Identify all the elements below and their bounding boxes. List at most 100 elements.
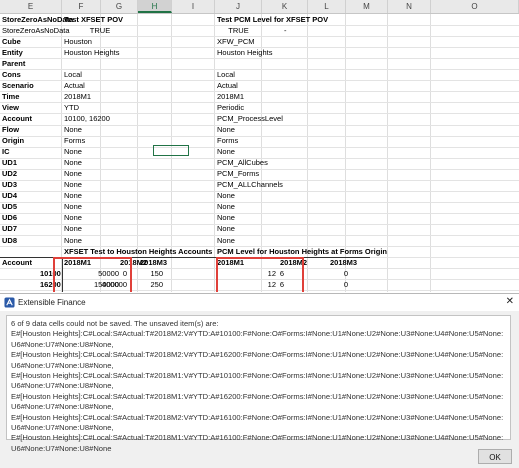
dimension-value-cell[interactable]: None bbox=[64, 202, 82, 212]
pcm-value-cell[interactable]: TRUE bbox=[215, 26, 262, 36]
dimension-label-cell[interactable]: UD2 bbox=[2, 169, 17, 179]
right-header-cell[interactable]: Test PCM Level for XFSET POV bbox=[217, 15, 328, 25]
dimension-value-cell[interactable]: Forms bbox=[64, 136, 85, 146]
pcm-value-cell[interactable]: Periodic bbox=[217, 103, 244, 113]
value-cell[interactable]: 0 bbox=[308, 280, 348, 290]
dimension-label-cell[interactable]: IC bbox=[2, 147, 10, 157]
dialog-message-box[interactable]: 6 of 9 data cells could not be saved. Th… bbox=[6, 315, 511, 453]
dimension-label-cell[interactable]: UD3 bbox=[2, 180, 17, 190]
dimension-label-cell[interactable]: UD6 bbox=[2, 213, 17, 223]
dialog-titlebar: Extensible Finance ✕ bbox=[0, 294, 519, 311]
pcm-value-cell[interactable]: PCM_Forms bbox=[217, 169, 259, 179]
value-cell[interactable]: 0 bbox=[138, 291, 163, 292]
dimension-value-cell[interactable]: None bbox=[64, 191, 82, 201]
dimension-value-cell[interactable]: None bbox=[64, 125, 82, 135]
header-label-cell[interactable]: StoreZeroAsNoData bbox=[2, 15, 73, 25]
column-header-h[interactable]: H bbox=[138, 0, 172, 13]
value-cell[interactable]: 0 bbox=[308, 291, 348, 292]
header-value-cell[interactable]: Test XFSET POV bbox=[64, 15, 123, 25]
dimension-value-cell[interactable]: Houston bbox=[64, 37, 92, 47]
row-gridline bbox=[0, 58, 519, 59]
dimension-label-cell[interactable]: UD5 bbox=[2, 202, 17, 212]
spreadsheet-grid[interactable]: EFGHIJKLMNO StoreZeroAsNoData Test XFSET … bbox=[0, 0, 519, 292]
dimension-label-cell[interactable]: Account bbox=[2, 114, 32, 124]
dimension-label-cell[interactable]: UD8 bbox=[2, 236, 17, 246]
dimension-label-cell[interactable]: Scenario bbox=[2, 81, 34, 91]
highlight-box-left bbox=[53, 257, 132, 292]
pcm-value-cell[interactable]: Local bbox=[217, 70, 235, 80]
pcm-value-cell[interactable]: PCM_AllCubes bbox=[217, 158, 268, 168]
close-icon[interactable]: ✕ bbox=[506, 296, 514, 308]
pcm-value-cell[interactable]: None bbox=[217, 202, 235, 212]
dimension-label-cell[interactable]: UD7 bbox=[2, 224, 17, 234]
period-header-cell[interactable]: 2018M3 bbox=[330, 258, 357, 268]
pcm-value-cell[interactable]: None bbox=[217, 191, 235, 201]
dimension-value-cell[interactable]: None bbox=[64, 158, 82, 168]
dimension-label-cell[interactable]: Entity bbox=[2, 48, 23, 58]
error-dialog: Extensible Finance ✕ 6 of 9 data cells c… bbox=[0, 293, 519, 468]
dimension-value-cell[interactable]: None bbox=[64, 169, 82, 179]
dimension-label-cell[interactable]: Cube bbox=[2, 37, 21, 47]
column-header-l[interactable]: L bbox=[308, 0, 346, 13]
pcm-value-cell[interactable]: None bbox=[217, 224, 235, 234]
pcm-value-cell[interactable]: PCM_ProcessLevel bbox=[217, 114, 283, 124]
dimension-value-cell[interactable]: Local bbox=[64, 70, 82, 80]
pcm-value-cell[interactable]: PCM_ALLChannels bbox=[217, 180, 283, 190]
pcm-value-cell[interactable]: None bbox=[217, 125, 235, 135]
pcm-value-cell[interactable]: Houston Heights bbox=[217, 48, 272, 58]
column-header-i[interactable]: I bbox=[172, 0, 215, 13]
column-header-m[interactable]: M bbox=[346, 0, 388, 13]
pcm-value-cell[interactable]: Actual bbox=[217, 81, 238, 91]
column-header-e[interactable]: E bbox=[0, 0, 62, 13]
selected-cell[interactable] bbox=[153, 145, 189, 156]
pcm-value-cell[interactable]: XFW_PCM bbox=[217, 37, 255, 47]
dimension-label-cell[interactable]: UD4 bbox=[2, 191, 17, 201]
column-header-f[interactable]: F bbox=[62, 0, 101, 13]
column-header-o[interactable]: O bbox=[431, 0, 519, 13]
dimension-label-cell[interactable]: StoreZeroAsNoData bbox=[2, 26, 70, 36]
dimension-label-cell[interactable]: Origin bbox=[2, 136, 24, 146]
dimension-value-cell[interactable]: None bbox=[64, 236, 82, 246]
dimension-label-cell[interactable]: UD1 bbox=[2, 158, 17, 168]
column-gridline bbox=[61, 14, 62, 292]
dimension-value-cell[interactable]: None bbox=[64, 213, 82, 223]
pcm-value-cell[interactable]: None bbox=[217, 147, 235, 157]
dimension-value-cell[interactable]: None bbox=[64, 224, 82, 234]
pcm-value-cell[interactable]: None bbox=[217, 236, 235, 246]
dimension-label-cell[interactable]: Flow bbox=[2, 125, 19, 135]
dimension-value-cell[interactable]: 2018M1 bbox=[64, 92, 91, 102]
ok-button[interactable]: OK bbox=[478, 449, 512, 464]
period-header-cell[interactable]: 2018M3 bbox=[140, 258, 167, 268]
dimension-value-cell[interactable]: None bbox=[64, 180, 82, 190]
value-cell[interactable]: 150 bbox=[138, 269, 163, 279]
pcm-value-cell[interactable]: 2018M1 bbox=[217, 92, 244, 102]
dimension-label-cell[interactable]: Time bbox=[2, 92, 19, 102]
dialog-message: 6 of 9 data cells could not be saved. Th… bbox=[11, 319, 504, 453]
value-cell[interactable]: 250 bbox=[138, 280, 163, 290]
pcm-title-cell[interactable]: PCM Level for Houston Heights at Forms O… bbox=[217, 247, 387, 257]
dimension-label-cell[interactable]: View bbox=[2, 103, 19, 113]
dialog-title: Extensible Finance bbox=[18, 298, 86, 307]
highlight-box-right bbox=[216, 257, 304, 292]
xfset-title-cell[interactable]: XFSET Test to Houston Heights Accounts bbox=[64, 247, 212, 257]
dimension-value-cell[interactable]: 10100, 16200 bbox=[64, 114, 110, 124]
pcm-value-cell[interactable]: Forms bbox=[217, 136, 238, 146]
dimension-label-cell[interactable]: Parent bbox=[2, 59, 25, 69]
column-gridline bbox=[387, 14, 388, 292]
dimension-value-cell[interactable]: None bbox=[64, 147, 82, 157]
value-cell[interactable]: 0 bbox=[308, 269, 348, 279]
dimension-value-cell[interactable]: Houston Heights bbox=[64, 48, 119, 58]
column-header-j[interactable]: J bbox=[215, 0, 262, 13]
dimension-label-cell[interactable]: Cons bbox=[2, 70, 21, 80]
column-gridline bbox=[214, 14, 215, 292]
column-header-n[interactable]: N bbox=[388, 0, 431, 13]
column-header-row: EFGHIJKLMNO bbox=[0, 0, 519, 14]
dimension-value-cell[interactable]: Actual bbox=[64, 81, 85, 91]
account-label-cell[interactable]: Account bbox=[2, 258, 32, 268]
column-header-k[interactable]: K bbox=[262, 0, 308, 13]
dimension-value-cell[interactable]: YTD bbox=[64, 103, 79, 113]
pcm-value-cell[interactable]: None bbox=[217, 213, 235, 223]
dimension-value-cell[interactable]: TRUE bbox=[62, 26, 138, 36]
dash-cell[interactable]: - bbox=[284, 26, 287, 36]
column-header-g[interactable]: G bbox=[101, 0, 138, 13]
